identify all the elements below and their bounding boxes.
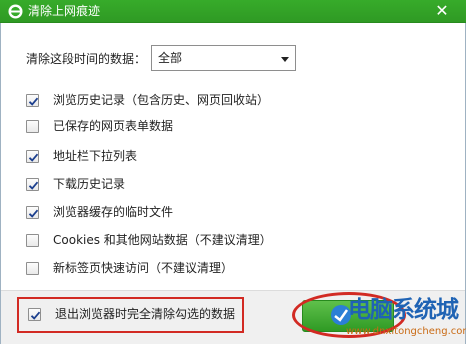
- close-button[interactable]: ✕: [430, 2, 454, 20]
- option-checkbox[interactable]: [26, 178, 39, 191]
- option-label: 已保存的网页表单数据: [53, 119, 174, 133]
- title-bar: 清除上网痕迹 ✕: [0, 0, 466, 23]
- option-checkbox[interactable]: [26, 206, 39, 219]
- chevron-down-icon: [281, 57, 289, 62]
- option-label: 新标签页快速访问（不建议清理）: [53, 261, 234, 275]
- option-checkbox[interactable]: [26, 234, 39, 247]
- time-range-value: 全部: [158, 51, 183, 65]
- check-icon: [28, 209, 39, 218]
- option-label: 地址栏下拉列表: [53, 149, 138, 163]
- window-title: 清除上网痕迹: [28, 4, 101, 18]
- exit-clear-checkbox[interactable]: [28, 308, 41, 321]
- time-range-label: 清除这段时间的数据：: [26, 52, 147, 66]
- watermark-text: 电脑系统城: [348, 297, 459, 323]
- browser-logo-icon: [8, 4, 23, 19]
- check-icon: [30, 311, 41, 320]
- check-icon: [28, 181, 39, 190]
- watermark-url: www.dnxitongcheng.com: [346, 326, 466, 337]
- exit-clear-label: 退出浏览器时完全清除勾选的数据: [55, 307, 236, 321]
- check-icon: [28, 153, 39, 162]
- option-label: 下载历史记录: [53, 177, 126, 191]
- check-icon: [28, 97, 39, 106]
- option-checkbox[interactable]: [26, 150, 39, 163]
- option-checkbox[interactable]: [26, 94, 39, 107]
- option-label: 浏览历史记录（包含历史、网页回收站）: [53, 93, 270, 107]
- time-range-select[interactable]: 全部: [151, 45, 296, 71]
- watermark: 电脑系统城 www.dnxitongcheng.com: [330, 296, 466, 344]
- option-label: Cookies 和其他网站数据（不建议清理）: [53, 233, 272, 247]
- option-checkbox[interactable]: [26, 262, 39, 275]
- option-checkbox[interactable]: [26, 120, 39, 133]
- option-label: 浏览器缓存的临时文件: [53, 205, 174, 219]
